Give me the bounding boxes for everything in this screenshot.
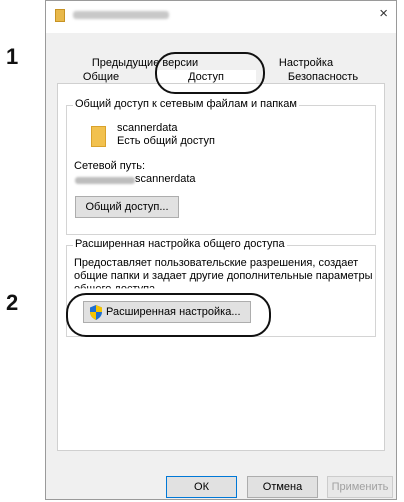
- close-button[interactable]: ×: [379, 5, 388, 22]
- share-button[interactable]: Общий доступ...: [75, 196, 179, 218]
- folder-icon: [55, 9, 65, 22]
- step-number-1: 1: [6, 44, 19, 69]
- network-path-label: Сетевой путь:: [74, 160, 146, 172]
- cancel-button[interactable]: Отмена: [247, 476, 318, 498]
- tab-security[interactable]: Безопасность: [268, 70, 378, 84]
- advanced-description-line1: Предоставляет пользовательские разрешени…: [74, 257, 359, 269]
- apply-button[interactable]: Применить: [327, 476, 393, 498]
- advanced-sharing-title: Расширенная настройка общего доступа: [73, 238, 287, 250]
- window-title-blurred: [73, 11, 169, 19]
- tab-general[interactable]: Общие: [64, 70, 138, 84]
- folder-name: scannerdata: [117, 122, 178, 134]
- shared-folder-icon: [91, 126, 106, 147]
- callout-sharing-tab: [155, 52, 265, 94]
- title-bar: ×: [46, 1, 396, 33]
- folder-share-status: Есть общий доступ: [117, 135, 216, 147]
- network-path-value: scannerdata: [135, 173, 196, 185]
- step-number-2: 2: [6, 290, 19, 315]
- network-sharing-title: Общий доступ к сетевым файлам и папкам: [73, 98, 299, 110]
- advanced-description-line2: общие папки и задает другие дополнительн…: [74, 270, 373, 282]
- network-sharing-group: Общий доступ к сетевым файлам и папкам s…: [66, 98, 376, 235]
- callout-advanced-button: [66, 293, 271, 337]
- sharing-tab-panel: Общий доступ к сетевым файлам и папкам s…: [57, 83, 385, 451]
- ok-button[interactable]: ОК: [166, 476, 237, 498]
- network-path-blurred: [75, 177, 135, 184]
